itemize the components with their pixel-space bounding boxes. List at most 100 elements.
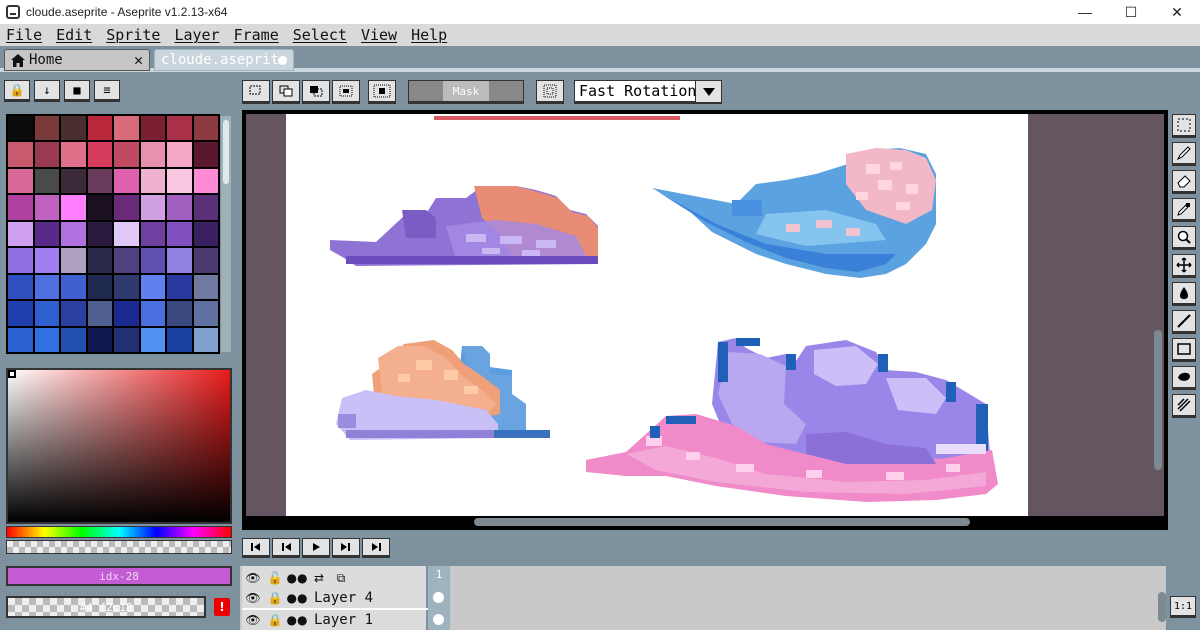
palette-presets-button[interactable]: ■ <box>64 80 90 102</box>
palette-swatch[interactable] <box>34 274 59 300</box>
palette-swatch[interactable] <box>140 195 165 220</box>
palette-swatch[interactable] <box>114 248 139 273</box>
menu-sprite[interactable]: Sprite <box>106 26 160 44</box>
lock-icon[interactable]: 🔓 <box>264 571 286 585</box>
menu-view[interactable]: View <box>361 26 397 44</box>
palette-swatch[interactable] <box>114 221 139 247</box>
sprite-canvas[interactable] <box>286 114 1028 516</box>
palette-swatch[interactable] <box>140 274 165 300</box>
palette-swatch[interactable] <box>8 116 33 141</box>
palette-swatch[interactable] <box>8 221 33 247</box>
palette-swatch[interactable] <box>8 195 33 220</box>
continuous-icon[interactable]: ●● <box>286 571 308 585</box>
contour-tool[interactable] <box>1172 366 1196 390</box>
palette-swatch[interactable] <box>34 116 59 141</box>
palette-swatch[interactable] <box>61 327 86 352</box>
selection-replace-button[interactable] <box>242 80 270 104</box>
tab-home[interactable]: Home ✕ <box>4 49 150 71</box>
blur-tool[interactable] <box>1172 394 1196 418</box>
palette-swatch[interactable] <box>167 248 192 273</box>
selection-intersect-button[interactable] <box>332 80 360 104</box>
palette-swatch[interactable] <box>167 195 192 220</box>
cel-dot-icon[interactable] <box>433 614 444 625</box>
unsaved-dot-icon[interactable] <box>278 55 287 65</box>
rectangular-marquee-tool[interactable] <box>1172 114 1196 138</box>
chevron-down-icon[interactable] <box>695 81 721 102</box>
menu-edit[interactable]: Edit <box>56 26 92 44</box>
lock-icon[interactable]: 🔒 <box>264 613 286 627</box>
palette-swatch[interactable] <box>193 301 218 326</box>
palette-swatch[interactable] <box>34 248 59 273</box>
last-frame-button[interactable] <box>362 538 390 558</box>
palette-swatch[interactable] <box>140 168 165 194</box>
palette-swatch[interactable] <box>8 301 33 326</box>
palette-swatch[interactable] <box>34 142 59 167</box>
palette-options-button[interactable]: ≡ <box>94 80 120 102</box>
move-tool[interactable] <box>1172 254 1196 278</box>
palette-swatch[interactable] <box>114 327 139 352</box>
line-tool[interactable] <box>1172 310 1196 334</box>
transparent-color-button[interactable]: Mask <box>408 80 524 104</box>
onion-skin-icon[interactable]: ⧉ <box>330 571 352 586</box>
palette-swatch[interactable] <box>61 221 86 247</box>
maximize-button[interactable]: ☐ <box>1108 0 1154 24</box>
palette-swatch[interactable] <box>140 116 165 141</box>
rotation-algorithm-select[interactable]: Fast Rotation <box>574 80 722 104</box>
timeline-zoom-button[interactable]: 1:1 <box>1170 596 1196 618</box>
palette-swatch[interactable] <box>8 142 33 167</box>
palette-swatch[interactable] <box>61 116 86 141</box>
paint-bucket-tool[interactable] <box>1172 282 1196 306</box>
palette-swatch[interactable] <box>114 142 139 167</box>
eraser-tool[interactable] <box>1172 170 1196 194</box>
palette-swatch[interactable] <box>61 168 86 194</box>
lock-palette-button[interactable]: 🔒 <box>4 80 30 102</box>
eyedropper-tool[interactable] <box>1172 198 1196 222</box>
palette-swatch[interactable] <box>34 327 59 352</box>
palette-swatch[interactable] <box>87 195 112 220</box>
palette-swatch[interactable] <box>8 168 33 194</box>
pencil-tool[interactable] <box>1172 142 1196 166</box>
palette-swatch[interactable] <box>87 301 112 326</box>
palette-swatch[interactable] <box>167 116 192 141</box>
palette-swatch[interactable] <box>140 327 165 352</box>
palette-swatch[interactable] <box>8 248 33 273</box>
sort-palette-button[interactable]: ↓ <box>34 80 60 102</box>
palette-swatch[interactable] <box>193 248 218 273</box>
menu-file[interactable]: File <box>6 26 42 44</box>
palette-swatch[interactable] <box>61 301 86 326</box>
palette-swatch[interactable] <box>167 221 192 247</box>
eye-icon[interactable]: 👁 <box>242 613 264 627</box>
alpha-slider[interactable] <box>6 540 232 554</box>
palette-swatch[interactable] <box>193 274 218 300</box>
palette-swatch[interactable] <box>193 168 218 194</box>
menu-frame[interactable]: Frame <box>234 26 279 44</box>
rotation-options-button[interactable] <box>536 80 564 104</box>
palette-swatch[interactable] <box>87 142 112 167</box>
palette-swatch[interactable] <box>114 195 139 220</box>
palette-swatch[interactable] <box>140 221 165 247</box>
next-frame-button[interactable] <box>332 538 360 558</box>
selection-add-button[interactable] <box>272 80 300 104</box>
eye-icon[interactable]: 👁 <box>242 591 264 605</box>
menu-help[interactable]: Help <box>411 26 447 44</box>
warning-icon[interactable]: ! <box>214 598 230 616</box>
eye-icon[interactable]: 👁 <box>242 571 264 585</box>
palette-swatch[interactable] <box>114 168 139 194</box>
palette-swatch[interactable] <box>193 327 218 352</box>
continuous-icon[interactable]: ●● <box>286 591 308 605</box>
tab-close-icon[interactable]: ✕ <box>134 51 143 69</box>
palette-swatch[interactable] <box>61 248 86 273</box>
palette-swatch[interactable] <box>61 274 86 300</box>
timeline-scrollbar[interactable] <box>1158 592 1166 622</box>
palette-swatch[interactable] <box>61 142 86 167</box>
palette-swatch[interactable] <box>114 301 139 326</box>
hue-slider[interactable] <box>6 526 232 538</box>
palette-swatch[interactable] <box>167 168 192 194</box>
pivot-button[interactable] <box>368 80 396 104</box>
palette-swatch[interactable] <box>87 274 112 300</box>
palette-swatch[interactable] <box>34 168 59 194</box>
zoom-tool[interactable] <box>1172 226 1196 250</box>
palette-scrollbar[interactable] <box>221 116 231 352</box>
menu-select[interactable]: Select <box>293 26 347 44</box>
lock-icon[interactable]: 🔒 <box>264 591 286 605</box>
